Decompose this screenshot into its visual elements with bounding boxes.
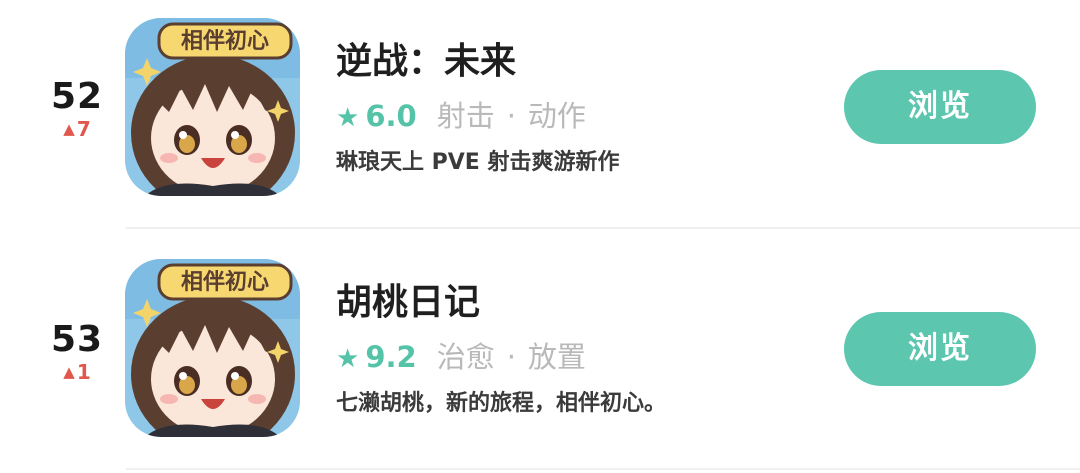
app-icon[interactable]: 相伴初心	[125, 259, 300, 437]
app-title[interactable]: 逆战：未来	[336, 40, 620, 84]
app-info: 胡桃日记 ★ 9.2 治愈 · 放置 七濑胡桃，新的旅程，相伴初心。	[336, 281, 666, 419]
icon-banner-text: 相伴初心	[180, 29, 269, 54]
divider	[126, 468, 1080, 470]
tag: 治愈	[436, 340, 495, 374]
rank-block: 53 ▲ 1	[40, 321, 114, 385]
rating-value: 6.0	[365, 99, 417, 133]
rating-value: 9.2	[365, 340, 417, 374]
app-description: 七濑胡桃，新的旅程，相伴初心。	[336, 391, 667, 416]
rank-change-value: 7	[76, 117, 91, 141]
star-icon: ★	[336, 103, 360, 133]
rank-change: ▲ 7	[40, 118, 114, 142]
app-description: 琳琅天上 PVE 射击爽游新作	[336, 150, 620, 175]
list-item[interactable]: 53 ▲ 1 相伴初心 胡桃日记 ★ 9.2 治愈 · 放置 七濑胡桃，新的旅程…	[0, 237, 1080, 473]
app-info: 逆战：未来 ★ 6.0 射击 · 动作 琳琅天上 PVE 射击爽游新作	[336, 40, 620, 178]
triangle-up-icon: ▲	[63, 363, 75, 381]
divider	[126, 227, 1080, 229]
rank-number: 53	[50, 319, 104, 360]
tag-separator: ·	[506, 99, 516, 133]
tag: 动作	[527, 99, 586, 133]
rank-number: 52	[50, 76, 104, 117]
browse-button[interactable]: 浏览	[844, 312, 1036, 386]
star-icon: ★	[336, 344, 360, 374]
triangle-up-icon: ▲	[63, 120, 75, 138]
rank-change: ▲ 1	[40, 361, 114, 385]
browse-button[interactable]: 浏览	[844, 70, 1036, 144]
icon-banner-text: 相伴初心	[180, 270, 269, 295]
rank-change-value: 1	[76, 360, 91, 384]
app-meta: ★ 6.0 射击 · 动作	[336, 98, 620, 136]
tag: 放置	[527, 340, 586, 374]
app-title[interactable]: 胡桃日记	[336, 281, 666, 325]
rank-block: 52 ▲ 7	[40, 78, 114, 142]
tag-separator: ·	[506, 340, 516, 374]
app-meta: ★ 9.2 治愈 · 放置	[336, 339, 666, 377]
app-icon[interactable]: 相伴初心	[125, 18, 300, 196]
tag: 射击	[436, 99, 495, 133]
list-item[interactable]: 52 ▲ 7 相伴初心 逆战：未来 ★ 6.0 射击 · 动作 琳琅天上 PVE…	[0, 0, 1080, 236]
